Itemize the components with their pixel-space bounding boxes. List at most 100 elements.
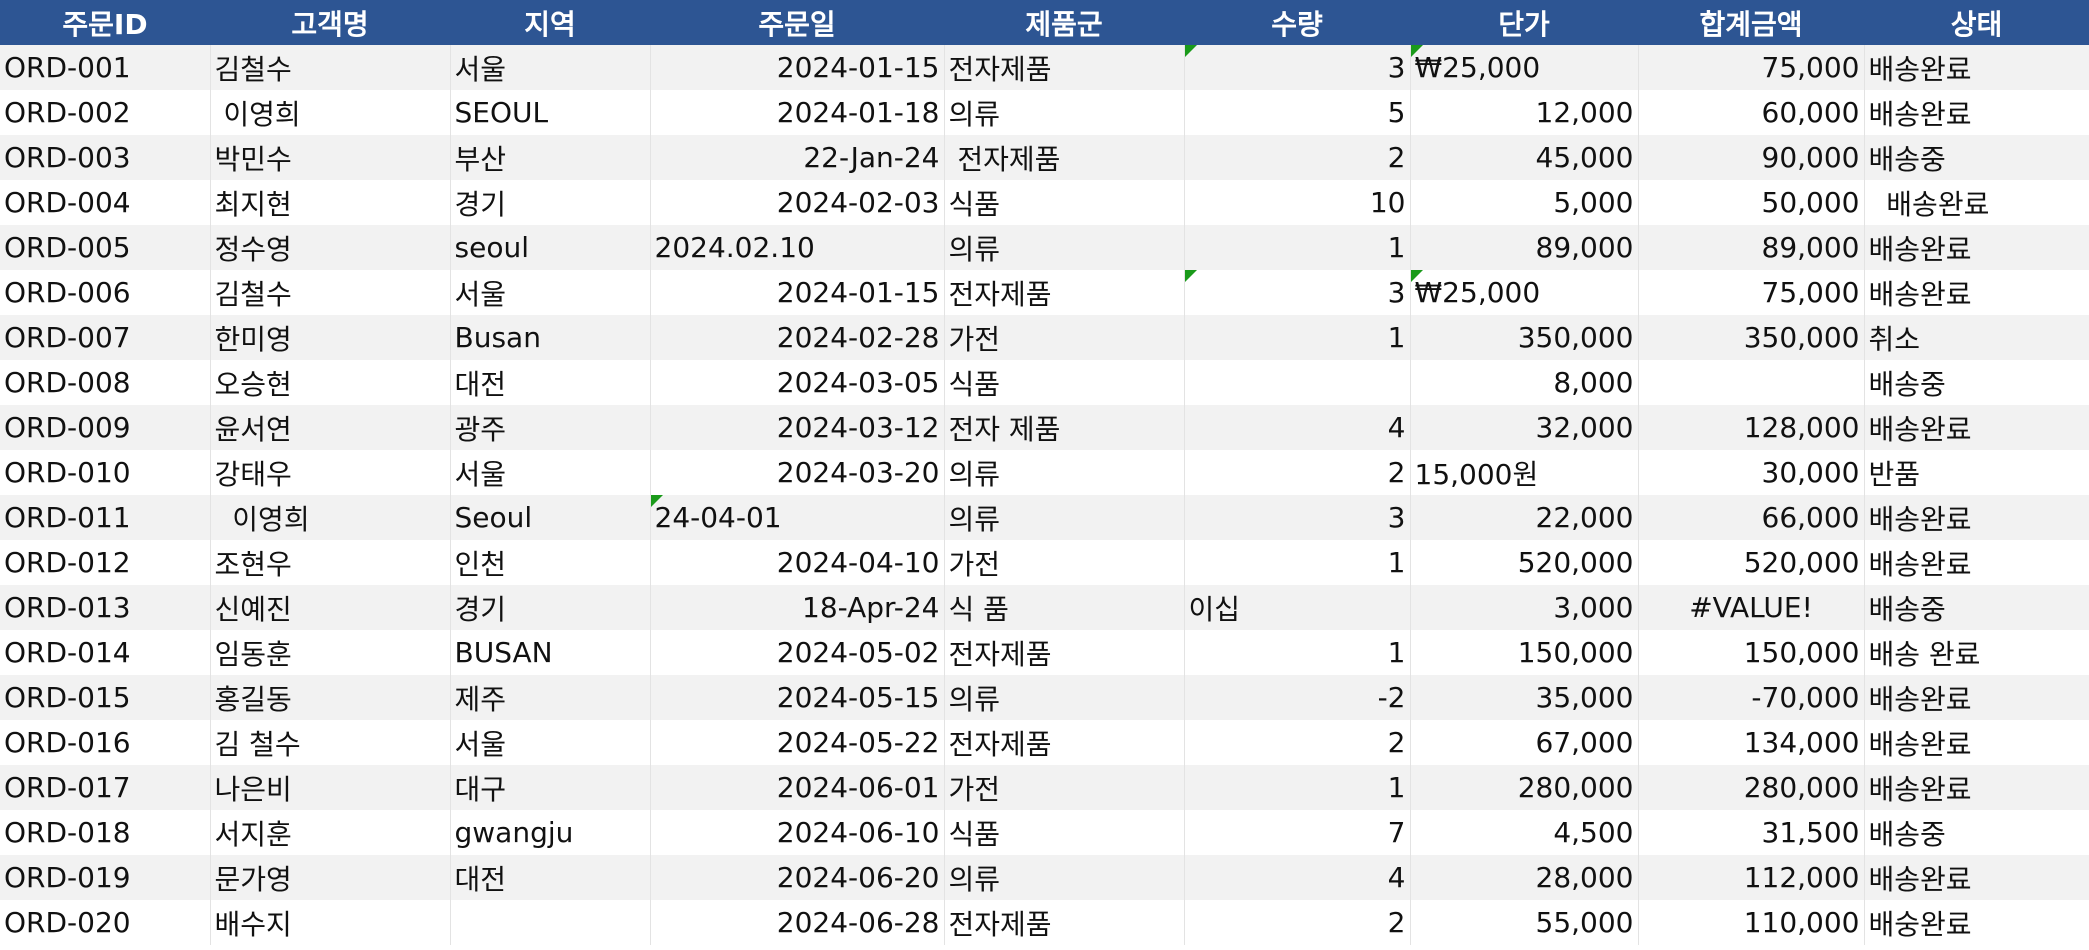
cell-unit-price[interactable]: 22,000 [1410,495,1639,540]
cell-total[interactable]: 60,000 [1638,90,1865,135]
cell-category[interactable]: 의류 [944,90,1185,135]
cell-category[interactable]: 전자제품 [944,720,1185,765]
cell-customer[interactable]: 강태우 [210,450,451,495]
cell-total[interactable]: 112,000 [1638,855,1865,900]
cell-total[interactable]: -70,000 [1638,675,1865,720]
cell-unit-price[interactable]: 8,000 [1410,360,1639,405]
cell-region[interactable]: 대전 [450,855,651,900]
cell-region[interactable]: 제주 [450,675,651,720]
cell-quantity[interactable]: 4 [1184,405,1411,450]
cell-order-id[interactable]: ORD-010 [0,450,211,495]
cell-total[interactable]: #VALUE! [1638,585,1865,630]
header-total[interactable]: 합계금액 [1638,0,1864,45]
cell-order-date[interactable]: 2024-05-15 [650,675,945,720]
cell-order-id[interactable]: ORD-015 [0,675,211,720]
cell-customer[interactable]: 홍길동 [210,675,451,720]
header-status[interactable]: 상태 [1864,0,2089,45]
cell-category[interactable]: 전자 제품 [944,405,1185,450]
cell-customer[interactable]: 한미영 [210,315,451,360]
cell-customer[interactable]: 김 철수 [210,720,451,765]
cell-status[interactable]: 배송완료 [1864,855,2089,900]
cell-status[interactable]: 배숭완료 [1864,900,2089,945]
cell-total[interactable]: 66,000 [1638,495,1865,540]
cell-category[interactable]: 식품 [944,810,1185,855]
cell-unit-price[interactable]: 45,000 [1410,135,1639,180]
cell-unit-price[interactable]: ₩25,000 [1410,270,1639,315]
header-customer[interactable]: 고객명 [210,0,450,45]
cell-status[interactable]: 취소 [1864,315,2089,360]
cell-order-id[interactable]: ORD-014 [0,630,211,675]
cell-status[interactable]: 배송완료 [1864,495,2089,540]
cell-unit-price[interactable]: 4,500 [1410,810,1639,855]
cell-order-date[interactable]: 2024-03-12 [650,405,945,450]
cell-order-id[interactable]: ORD-013 [0,585,211,630]
cell-status[interactable]: 배송완료 [1864,720,2089,765]
cell-quantity[interactable]: 1 [1184,315,1411,360]
cell-status[interactable]: 배송완료 [1864,45,2089,90]
cell-status[interactable]: 배송완료 [1864,225,2089,270]
cell-status[interactable]: 배송중 [1864,135,2089,180]
cell-order-id[interactable]: ORD-008 [0,360,211,405]
header-order-id[interactable]: 주문ID [0,0,210,45]
cell-order-date[interactable]: 2024-01-15 [650,270,945,315]
cell-category[interactable]: 전자제품 [944,630,1185,675]
cell-unit-price[interactable]: 280,000 [1410,765,1639,810]
cell-total[interactable]: 128,000 [1638,405,1865,450]
header-order-date[interactable]: 주문일 [650,0,944,45]
cell-order-id[interactable]: ORD-019 [0,855,211,900]
cell-category[interactable]: 가전 [944,540,1185,585]
cell-order-date[interactable]: 2024-01-15 [650,45,945,90]
header-region[interactable]: 지역 [450,0,650,45]
cell-order-id[interactable]: ORD-020 [0,900,211,945]
cell-order-date[interactable]: 2024-05-22 [650,720,945,765]
cell-unit-price[interactable]: 150,000 [1410,630,1639,675]
cell-quantity[interactable]: 2 [1184,900,1411,945]
cell-order-date[interactable]: 2024-01-18 [650,90,945,135]
cell-order-date[interactable]: 18-Apr-24 [650,585,945,630]
cell-category[interactable]: 식품 [944,180,1185,225]
cell-quantity[interactable]: 3 [1184,270,1411,315]
cell-order-id[interactable]: ORD-005 [0,225,211,270]
cell-customer[interactable]: 김철수 [210,45,451,90]
cell-customer[interactable]: 배수지 [210,900,451,945]
cell-order-date[interactable]: 2024-06-10 [650,810,945,855]
cell-quantity[interactable]: 1 [1184,225,1411,270]
cell-order-id[interactable]: ORD-017 [0,765,211,810]
cell-quantity[interactable]: 1 [1184,540,1411,585]
cell-unit-price[interactable]: 3,000 [1410,585,1639,630]
cell-total[interactable]: 75,000 [1638,45,1865,90]
cell-status[interactable]: 배송완료 [1864,540,2089,585]
cell-category[interactable]: 전자제품 [944,900,1185,945]
cell-status[interactable]: 배송중 [1864,585,2089,630]
cell-total[interactable]: 150,000 [1638,630,1865,675]
cell-total[interactable]: 30,000 [1638,450,1865,495]
cell-quantity[interactable]: 7 [1184,810,1411,855]
cell-order-id[interactable]: ORD-007 [0,315,211,360]
cell-total[interactable]: 90,000 [1638,135,1865,180]
cell-customer[interactable]: 문가영 [210,855,451,900]
cell-region[interactable]: gwangju [450,810,651,855]
cell-status[interactable]: 반품 [1864,450,2089,495]
cell-order-date[interactable]: 24-04-01 [650,495,945,540]
cell-region[interactable]: seoul [450,225,651,270]
cell-order-date[interactable]: 2024-06-28 [650,900,945,945]
cell-unit-price[interactable]: 520,000 [1410,540,1639,585]
cell-order-id[interactable]: ORD-011 [0,495,211,540]
header-category[interactable]: 제품군 [944,0,1184,45]
cell-status[interactable]: 배송완료 [1864,90,2089,135]
cell-region[interactable]: 서울 [450,270,651,315]
cell-category[interactable]: 의류 [944,855,1185,900]
cell-order-date[interactable]: 2024.02.10 [650,225,945,270]
cell-category[interactable]: 전자제품 [944,45,1185,90]
cell-order-id[interactable]: ORD-018 [0,810,211,855]
cell-region[interactable] [450,900,651,945]
cell-total[interactable] [1638,360,1865,405]
cell-order-id[interactable]: ORD-004 [0,180,211,225]
cell-order-id[interactable]: ORD-016 [0,720,211,765]
cell-customer[interactable]: 조현우 [210,540,451,585]
cell-region[interactable]: BUSAN [450,630,651,675]
cell-quantity[interactable]: 3 [1184,495,1411,540]
cell-total[interactable]: 520,000 [1638,540,1865,585]
cell-region[interactable]: 서울 [450,45,651,90]
cell-status[interactable]: 배송 완료 [1864,630,2089,675]
